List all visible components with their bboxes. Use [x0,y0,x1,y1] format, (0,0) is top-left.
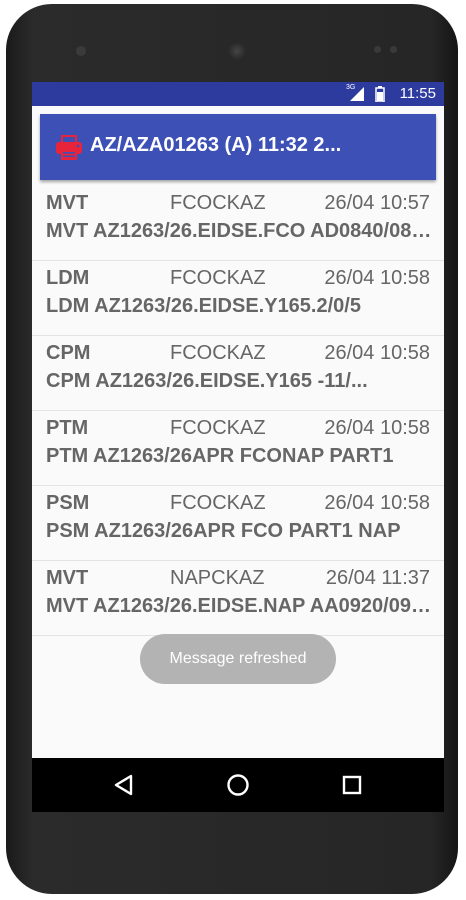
message-type: PSM [46,492,90,514]
message-origin: FCOCKAZ [170,492,266,514]
home-circle-icon[interactable] [224,771,252,799]
message-body: MVT AZ1263/26.EIDSE.FCO AD0840/0852 [46,220,432,242]
message-row[interactable]: MVT FCOCKAZ 26/04 10:57 MVT AZ1263/26.EI… [32,186,444,261]
battery-icon [375,86,385,102]
message-origin: FCOCKAZ [170,192,266,214]
message-body: PTM AZ1263/26APR FCONAP PART1 [46,445,394,467]
message-body: LDM AZ1263/26.EIDSE.Y165.2/0/5 [46,295,361,317]
message-timestamp: 26/04 11:37 [325,567,430,589]
message-type: MVT [46,192,89,214]
phone-frame: 3G 11:55 AZ/AZA01263 (A) 11:32 2... MVT … [6,4,458,894]
message-timestamp: 26/04 10:58 [324,417,430,439]
navigation-bar [32,758,444,812]
network-type: 3G [346,84,356,91]
proximity-sensor [374,46,381,53]
message-timestamp: 26/04 10:58 [324,342,430,364]
page-title: AZ/AZA01263 (A) 11:32 2... [90,134,342,156]
message-body: CPM AZ1263/26.EIDSE.Y165 -11/... [46,370,368,392]
message-row[interactable]: PTM FCOCKAZ 26/04 10:58 PTM AZ1263/26APR… [32,411,444,486]
front-sensor [76,46,86,56]
message-timestamp: 26/04 10:57 [324,192,430,214]
app-bar: AZ/AZA01263 (A) 11:32 2... [40,114,436,180]
message-row[interactable]: LDM FCOCKAZ 26/04 10:58 LDM AZ1263/26.EI… [32,261,444,336]
message-timestamp: 26/04 10:58 [324,492,430,514]
message-row[interactable]: MVT NAPCKAZ 26/04 11:37 MVT AZ1263/26.EI… [32,561,444,636]
recents-square-icon[interactable] [338,771,366,799]
message-row[interactable]: PSM FCOCKAZ 26/04 10:58 PSM AZ1263/26APR… [32,486,444,561]
back-triangle-icon[interactable] [110,771,138,799]
message-origin: FCOCKAZ [170,267,266,289]
message-row[interactable]: CPM FCOCKAZ 26/04 10:58 CPM AZ1263/26.EI… [32,336,444,411]
printer-icon[interactable] [54,132,84,162]
message-body: MVT AZ1263/26.EIDSE.NAP AA0920/0932 [46,595,432,617]
light-sensor [390,46,397,53]
message-origin: NAPCKAZ [170,567,265,589]
clock: 11:55 [399,85,436,102]
message-origin: FCOCKAZ [170,342,266,364]
message-timestamp: 26/04 10:58 [324,267,430,289]
screen: 3G 11:55 AZ/AZA01263 (A) 11:32 2... MVT … [32,82,444,812]
status-bar: 3G 11:55 [32,82,444,106]
toast-message: Message refreshed [140,634,336,684]
message-body: PSM AZ1263/26APR FCO PART1 NAP [46,520,401,542]
message-list: MVT FCOCKAZ 26/04 10:57 MVT AZ1263/26.EI… [32,186,444,636]
message-type: CPM [46,342,91,364]
front-camera [228,42,246,60]
message-type: PTM [46,417,89,439]
message-type: LDM [46,267,90,289]
message-type: MVT [46,567,89,589]
message-origin: FCOCKAZ [170,417,266,439]
